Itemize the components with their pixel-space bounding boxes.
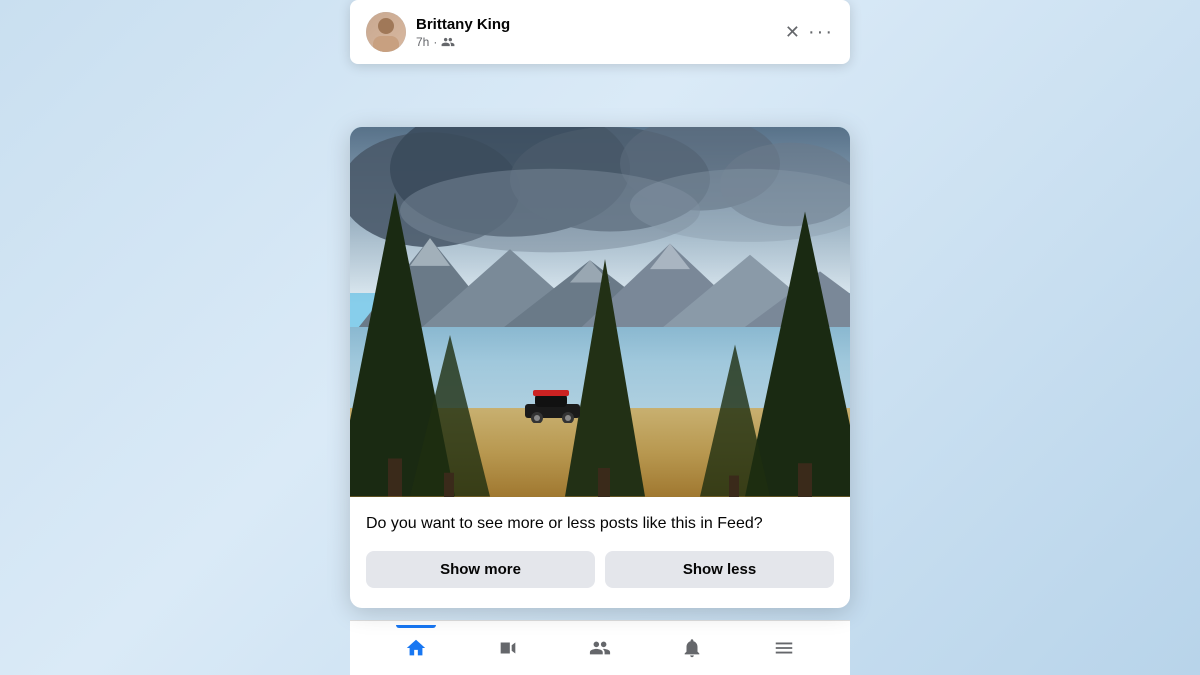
background-post-card: Brittany King 7h · ✕ ···	[350, 0, 850, 64]
action-buttons-row: Show more Show less	[366, 551, 834, 588]
modal-card: Do you want to see more or less posts li…	[350, 127, 850, 608]
separator-dot: ·	[433, 35, 437, 49]
nav-home[interactable]	[405, 637, 427, 659]
post-actions: ✕ ···	[785, 22, 834, 42]
post-content-area: Do you want to see more or less posts li…	[350, 497, 850, 608]
close-icon[interactable]: ✕	[785, 23, 800, 41]
nav-active-indicator	[396, 625, 436, 628]
avatar-head	[378, 18, 394, 34]
nav-people[interactable]	[589, 637, 611, 659]
more-options-icon[interactable]: ···	[808, 22, 834, 42]
avatar	[366, 12, 406, 52]
trees-svg	[350, 145, 850, 497]
bell-icon	[681, 637, 703, 659]
avatar-body	[373, 36, 399, 52]
landscape-scene	[350, 127, 850, 497]
nav-video[interactable]	[497, 637, 519, 659]
author-name: Brittany King	[416, 16, 510, 33]
nav-notifications[interactable]	[681, 637, 703, 659]
bottom-nav-bar	[350, 620, 850, 675]
menu-icon	[773, 637, 795, 659]
nav-menu[interactable]	[773, 637, 795, 659]
video-icon	[497, 637, 519, 659]
post-author-info: Brittany King 7h ·	[416, 16, 510, 49]
people-icon	[589, 637, 611, 659]
feed-question-text: Do you want to see more or less posts li…	[366, 513, 834, 535]
post-meta: 7h ·	[416, 35, 510, 49]
show-more-button[interactable]: Show more	[366, 551, 595, 588]
post-time: 7h	[416, 35, 429, 49]
car-svg	[525, 388, 585, 423]
avatar-person	[366, 12, 406, 52]
show-less-button[interactable]: Show less	[605, 551, 834, 588]
post-image	[350, 127, 850, 497]
home-icon	[405, 637, 427, 659]
friends-icon	[441, 35, 455, 49]
